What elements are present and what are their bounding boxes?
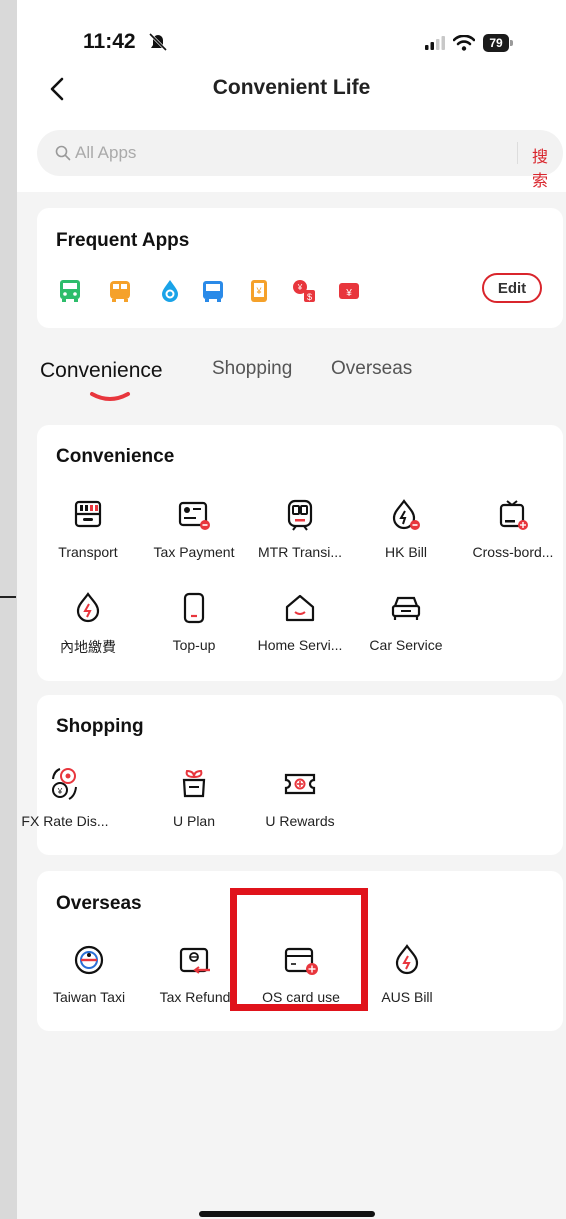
status-time: 11:42 [83, 30, 136, 53]
aus-bill-icon [395, 944, 419, 975]
grid-item-car-service[interactable]: Car Service [352, 587, 460, 653]
frequent-apps-title: Frequent Apps [56, 230, 190, 251]
edit-button[interactable]: Edit [482, 273, 542, 303]
grid-item-tax-payment[interactable]: Tax Payment [140, 494, 248, 560]
grid-item-label: Transport [58, 544, 118, 560]
hk-bill-icon [392, 499, 420, 530]
minibus-icon[interactable] [108, 279, 132, 303]
search-input[interactable] [75, 130, 495, 176]
search-button[interactable]: 搜索 [532, 143, 563, 191]
top-up-icon [183, 592, 205, 624]
grid-item-home-service[interactable]: Home Servi... [246, 587, 354, 653]
header-area: 11:42 79 Convenient Life All Apps 搜索 [17, 0, 566, 192]
battery-tip [510, 40, 513, 46]
grid-item-label: OS card use [262, 989, 340, 1005]
grid-item-label: HK Bill [384, 544, 427, 560]
cross-border-icon [499, 500, 528, 530]
mobile-topup-icon[interactable]: ¥ [247, 279, 271, 303]
grid-item-mainland-bill[interactable]: 內地繳費 [34, 587, 142, 657]
battery-level: 79 [483, 34, 509, 52]
tax-payment-icon [178, 501, 210, 530]
signal-icon [425, 36, 445, 50]
grid-item-mtr-transit[interactable]: MTR Transi... [246, 494, 354, 560]
car-service-icon [391, 596, 421, 620]
tram-icon[interactable] [201, 279, 225, 303]
grid-item-cross-border[interactable]: Cross-bord... [459, 494, 566, 560]
tab-convenience[interactable]: Convenience [40, 359, 163, 383]
tab-active-indicator [90, 392, 130, 401]
grid-item-label: Tax Refund [159, 989, 231, 1005]
fx-rate-icon: ¥ [52, 768, 77, 800]
tax-refund-icon [179, 947, 210, 974]
grid-item-fx-rate[interactable]: ¥ FX Rate Dis... [17, 763, 119, 829]
grid-item-label: AUS Bill [381, 989, 433, 1005]
grid-item-u-rewards[interactable]: U Rewards [246, 763, 354, 829]
home-service-icon [285, 594, 315, 622]
grid-item-taiwan-taxi[interactable]: Taiwan Taxi [35, 939, 143, 1005]
svg-text:¥: ¥ [255, 286, 262, 296]
grid-item-label: FX Rate Dis... [21, 813, 109, 829]
overseas-title: Overseas [56, 893, 142, 914]
grid-item-label: U Rewards [265, 813, 335, 829]
grid-item-label: U Plan [172, 813, 216, 829]
grid-item-hk-bill[interactable]: HK Bill [352, 494, 460, 560]
transport-icon [74, 500, 102, 528]
shopping-title: Shopping [56, 716, 144, 737]
mainland-bill-icon [76, 592, 100, 623]
grid-item-label: Cross-bord... [472, 544, 554, 560]
svg-text:¥: ¥ [345, 288, 352, 299]
grid-item-u-plan[interactable]: U Plan [140, 763, 248, 829]
svg-text:¥: ¥ [297, 283, 303, 292]
mtr-train-icon [287, 499, 313, 531]
grid-item-label: Car Service [369, 637, 443, 653]
tab-shopping[interactable]: Shopping [212, 358, 292, 380]
taiwan-taxi-icon [74, 945, 104, 975]
frequent-apps-card: Frequent Apps [37, 208, 563, 328]
search-divider [517, 142, 518, 164]
rewards-icon [284, 773, 316, 795]
red-packet-icon[interactable]: ¥ [337, 279, 361, 303]
grid-item-transport[interactable]: Transport [34, 494, 142, 560]
grid-item-tax-refund[interactable]: Tax Refund [141, 939, 249, 1005]
status-indicators: 79 [425, 34, 513, 52]
grid-item-label: 內地繳費 [60, 639, 116, 655]
grid-item-aus-bill[interactable]: AUS Bill [353, 939, 461, 1005]
phone-screen: 11:42 79 Convenient Life All Apps 搜索 Fre… [17, 0, 566, 1219]
wifi-icon [453, 35, 475, 51]
water-drop-icon[interactable] [158, 279, 182, 303]
grid-item-label: Taiwan Taxi [52, 989, 126, 1005]
search-icon [55, 145, 71, 161]
grid-item-label: Top-up [172, 637, 216, 653]
bus-icon[interactable] [58, 279, 82, 303]
svg-text:$: $ [307, 292, 312, 302]
page-title: Convenient Life [212, 76, 371, 99]
convenience-title: Convenience [56, 446, 175, 467]
grid-item-top-up[interactable]: Top-up [140, 587, 248, 653]
currency-exchange-icon[interactable]: $ ¥ [292, 279, 316, 303]
left-edge-line [0, 596, 16, 598]
home-indicator[interactable] [199, 1211, 375, 1217]
search-bar[interactable]: 搜索 [37, 130, 563, 190]
os-card-icon [284, 947, 318, 975]
tab-overseas[interactable]: Overseas [331, 358, 412, 380]
bell-muted-icon [148, 32, 168, 52]
gift-icon [182, 769, 206, 798]
grid-item-label: MTR Transi... [257, 544, 342, 560]
grid-item-os-card-use[interactable]: OS card use [247, 939, 355, 1005]
grid-item-label: Home Servi... [257, 637, 343, 653]
svg-text:¥: ¥ [57, 787, 63, 796]
grid-item-label: Tax Payment [153, 544, 235, 560]
